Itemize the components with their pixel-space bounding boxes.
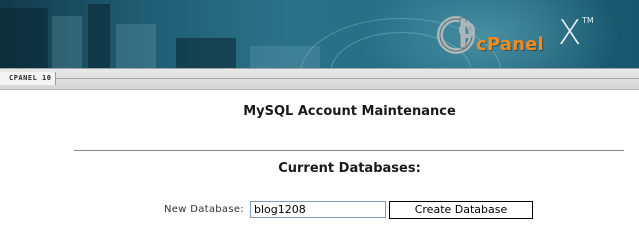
cpanel-logo: cPanel	[436, 14, 556, 60]
section-divider	[74, 150, 624, 151]
banner-building	[52, 16, 82, 68]
trademark-mark: TM	[582, 16, 594, 25]
new-database-form: New Database: Create Database	[0, 201, 639, 221]
banner-building	[176, 38, 236, 68]
cpanel-logo-icon	[437, 16, 475, 54]
version-strip: CPANEL 10	[0, 68, 639, 90]
banner-building	[0, 8, 48, 68]
banner-building	[116, 24, 156, 68]
cpanel-logo-text: cPanel	[476, 34, 544, 55]
create-database-button[interactable]: Create Database	[389, 201, 533, 219]
version-label: CPANEL 10	[0, 72, 57, 85]
new-database-label: New Database:	[164, 204, 244, 215]
page-title: MySQL Account Maintenance	[243, 104, 456, 119]
strip-divider	[54, 78, 639, 79]
theme-x-mark: X	[558, 13, 582, 53]
banner-building	[88, 4, 110, 68]
current-databases-heading: Current Databases:	[278, 161, 421, 176]
new-database-input[interactable]	[250, 201, 386, 218]
header-banner: cPanel X TM	[0, 0, 639, 68]
